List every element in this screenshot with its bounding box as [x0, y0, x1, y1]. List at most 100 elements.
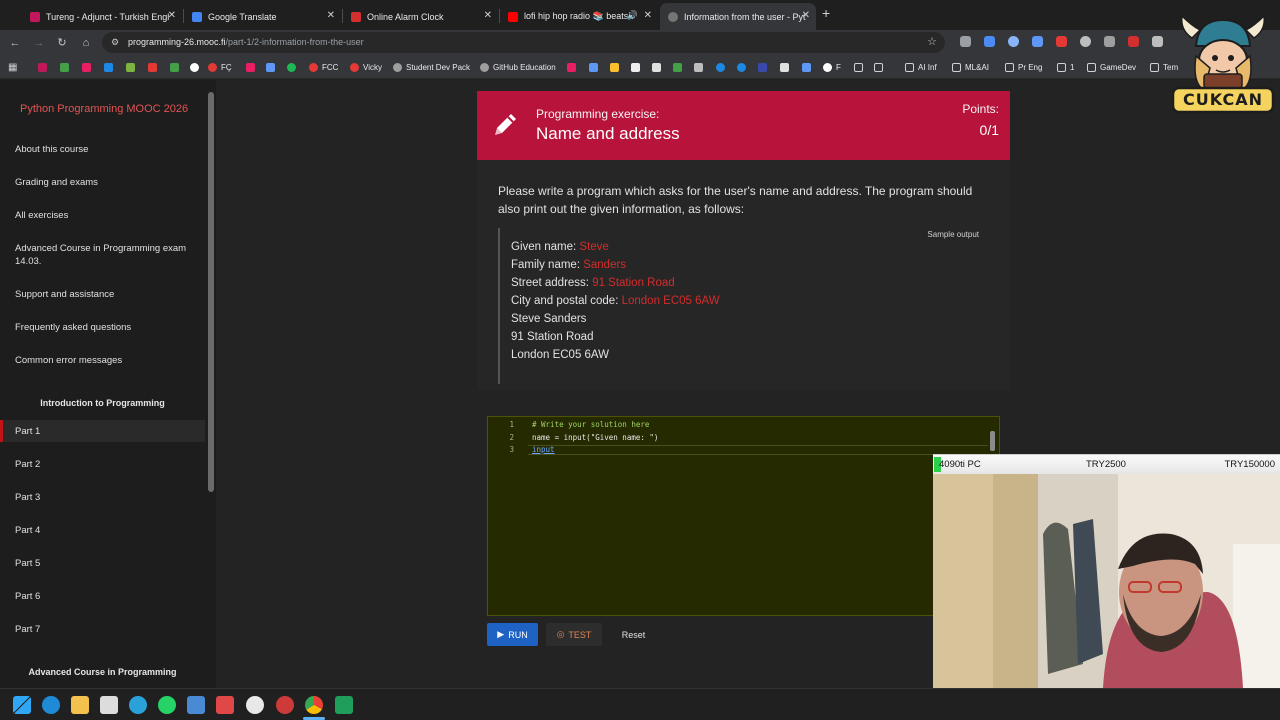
bookmark-icon[interactable] — [758, 60, 771, 74]
editor-scrollbar[interactable] — [990, 431, 995, 451]
bookmark-folder-ml-ai[interactable]: ML&AI — [952, 60, 989, 74]
scrollbar-thumb[interactable] — [208, 92, 214, 492]
code-editor[interactable]: 1 2 3 # Write your solution here name = … — [487, 416, 1000, 616]
app-icon[interactable] — [216, 696, 234, 714]
bookmark-icon[interactable] — [737, 60, 750, 74]
bookmark-icon[interactable] — [652, 60, 665, 74]
telegram-icon[interactable] — [129, 696, 147, 714]
bookmark-icon[interactable] — [190, 60, 203, 74]
sidebar-item-grading[interactable]: Grading and exams — [15, 177, 98, 188]
bookmark-icon[interactable] — [673, 60, 686, 74]
bookmark-fc[interactable]: FÇ — [208, 60, 232, 74]
course-title[interactable]: Python Programming MOOC 2026 — [20, 103, 188, 115]
sidebar-item-part-5[interactable]: Part 5 — [15, 558, 40, 569]
edge-icon[interactable] — [42, 696, 60, 714]
extension-icon[interactable] — [960, 36, 971, 47]
sidebar-item-part-4[interactable]: Part 4 — [15, 525, 40, 536]
bookmark-student-dev-pack[interactable]: Student Dev Pack — [393, 60, 470, 74]
shield-icon[interactable] — [1104, 36, 1115, 47]
sidebar-item-error-messages[interactable]: Common error messages — [15, 355, 122, 366]
bookmark-vicky[interactable]: Vicky — [350, 60, 382, 74]
code-line[interactable]: input — [532, 445, 555, 454]
sidebar-item-advanced-exam[interactable]: Advanced Course in Programming exam — [15, 243, 186, 254]
extension-icon[interactable] — [1128, 36, 1139, 47]
bookmark-f[interactable]: F — [823, 60, 841, 74]
bookmark-icon[interactable] — [170, 60, 183, 74]
bookmark-fcc[interactable]: FCC — [309, 60, 338, 74]
folder-icon[interactable] — [854, 60, 867, 74]
sidebar-scrollbar[interactable] — [207, 84, 215, 684]
extension-icon[interactable] — [1008, 36, 1019, 47]
sidebar-item-part-6[interactable]: Part 6 — [15, 591, 40, 602]
code-line[interactable]: # Write your solution here — [532, 420, 649, 429]
windows-start-icon[interactable] — [13, 696, 31, 714]
app-icon[interactable] — [276, 696, 294, 714]
chrome-icon[interactable] — [305, 696, 323, 714]
bookmark-icon[interactable] — [716, 60, 729, 74]
bookmark-icon[interactable] — [802, 60, 815, 74]
bookmark-icon[interactable] — [126, 60, 139, 74]
bookmark-icon[interactable] — [874, 60, 887, 74]
bookmark-icon[interactable] — [246, 60, 259, 74]
sidebar-item-all-exercises[interactable]: All exercises — [15, 210, 68, 221]
sidebar-item-about[interactable]: About this course — [15, 144, 88, 155]
bookmark-github-education[interactable]: GitHub Education — [480, 60, 556, 74]
file-explorer-icon[interactable] — [71, 696, 89, 714]
bookmark-icon[interactable] — [631, 60, 644, 74]
whatsapp-icon[interactable] — [158, 696, 176, 714]
bookmark-icon[interactable] — [104, 60, 117, 74]
extension-icon[interactable] — [1152, 36, 1163, 47]
sidebar-item-part-2[interactable]: Part 2 — [15, 459, 40, 470]
sidebar-item-part-7[interactable]: Part 7 — [15, 624, 40, 635]
obs-icon[interactable] — [246, 696, 264, 714]
bookmark-icon[interactable] — [567, 60, 580, 74]
bookmark-icon[interactable] — [610, 60, 623, 74]
reload-icon[interactable]: ↻ — [53, 34, 71, 52]
address-bar[interactable]: ⚙ programming-26.mooc.fi/part-1/2-inform… — [102, 32, 945, 53]
apps-grid-icon[interactable]: ▦ — [8, 60, 17, 74]
bookmark-icon[interactable] — [780, 60, 793, 74]
site-info-icon[interactable]: ⚙ — [111, 37, 119, 48]
bookmark-icon[interactable] — [266, 60, 279, 74]
close-icon[interactable]: ✕ — [802, 10, 810, 21]
bookmark-icon[interactable] — [694, 60, 707, 74]
run-button[interactable]: ▶ RUN — [487, 623, 538, 646]
test-button[interactable]: ◎ TEST — [546, 623, 602, 646]
home-icon[interactable]: ⌂ — [77, 34, 95, 52]
bookmark-folder-ai-inf[interactable]: AI Inf — [905, 60, 937, 74]
extension-icon[interactable] — [1080, 36, 1091, 47]
code-line[interactable]: name = input("Given name: ") — [532, 433, 658, 442]
bookmark-star-icon[interactable]: ☆ — [927, 35, 937, 48]
bookmark-folder-pr-eng[interactable]: Pr Eng — [1005, 60, 1042, 74]
spotify-icon[interactable] — [287, 60, 300, 74]
close-icon[interactable]: ✕ — [327, 10, 335, 21]
tab-google-translate[interactable]: Google Translate ✕ — [184, 3, 341, 30]
close-icon[interactable]: ✕ — [484, 10, 492, 21]
app-icon[interactable] — [187, 696, 205, 714]
forward-arrow-icon[interactable]: → — [30, 34, 48, 52]
sidebar-item-faq[interactable]: Frequently asked questions — [15, 322, 131, 333]
speaker-icon[interactable]: 🔊 — [627, 10, 638, 21]
close-icon[interactable]: ✕ — [644, 10, 652, 21]
tab-online-alarm-clock[interactable]: Online Alarm Clock ✕ — [343, 3, 498, 30]
sidebar-item-part-1[interactable]: Part 1 — [15, 426, 40, 437]
bookmark-icon[interactable] — [589, 60, 602, 74]
extension-icon[interactable] — [984, 36, 995, 47]
reset-button[interactable]: Reset — [612, 623, 655, 646]
bookmark-icon-tumblr[interactable] — [38, 60, 51, 74]
sidebar-item-advanced-exam-date[interactable]: 14.03. — [15, 256, 41, 267]
app-icon[interactable] — [335, 696, 353, 714]
bookmark-folder-gamedev[interactable]: GameDev — [1087, 60, 1136, 74]
close-icon[interactable]: ✕ — [168, 10, 176, 21]
adblock-icon[interactable] — [1056, 36, 1067, 47]
paint-icon[interactable] — [100, 696, 118, 714]
new-tab-button[interactable]: + — [822, 5, 830, 21]
extension-icon[interactable] — [1032, 36, 1043, 47]
bookmark-icon[interactable] — [60, 60, 73, 74]
sidebar-item-part-3[interactable]: Part 3 — [15, 492, 40, 503]
back-arrow-icon[interactable]: ← — [6, 34, 24, 52]
bookmark-folder-1[interactable]: 1 — [1057, 60, 1074, 74]
tab-information-from-user[interactable]: Information from the user - Pyt ✕ — [660, 3, 816, 30]
tab-lofi-radio[interactable]: lofi hip hop radio 📚 beats t 🔊 ✕ — [500, 3, 658, 30]
bookmark-icon[interactable] — [148, 60, 161, 74]
